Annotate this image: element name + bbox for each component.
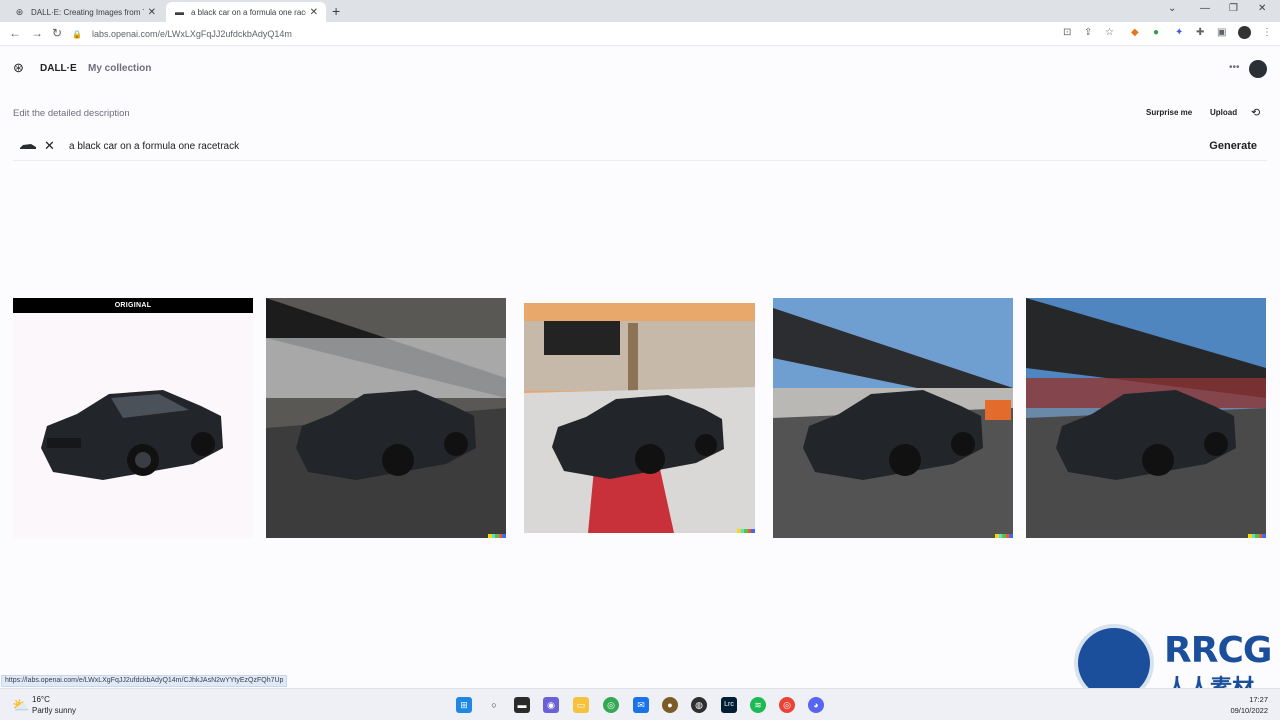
weather-temperature[interactable]: 16°C [32, 695, 50, 704]
extension-blue-icon[interactable]: ✦ [1175, 27, 1183, 38]
status-url-preview: https://labs.openai.com/e/LWxLXgFqJJ2ufd… [1, 675, 288, 687]
extension-green-icon[interactable]: ● [1153, 27, 1159, 38]
url-text: labs.openai.com/e/LWxLXgFqJJ2ufdckbAdyQ1… [92, 29, 292, 39]
more-options-icon[interactable]: ••• [1229, 62, 1240, 73]
new-tab-icon[interactable]: + [332, 3, 340, 19]
variation-3-tile[interactable] [773, 298, 1013, 538]
discord-icon[interactable]: ◕ [808, 697, 824, 713]
car-grandstand-image [1026, 298, 1266, 538]
task-view-icon[interactable]: ▬ [514, 697, 530, 713]
file-explorer-icon[interactable]: ▭ [573, 697, 589, 713]
minimize-icon[interactable]: — [1200, 3, 1210, 14]
prompt-input[interactable]: a black car on a formula one racetrack [69, 141, 239, 152]
browser-tab-strip: ⊛ DALL·E: Creating Images from Te ✕ ▬ a … [0, 0, 1280, 22]
my-collection-link[interactable]: My collection [88, 63, 151, 74]
brand-title[interactable]: DALL·E [40, 63, 77, 74]
obs-icon[interactable]: ◍ [691, 697, 707, 713]
dalle-signature [488, 534, 506, 538]
metamask-icon[interactable]: ◆ [1131, 27, 1139, 38]
chrome-active-icon[interactable]: ◎ [779, 697, 795, 713]
address-bar[interactable]: 🔒 labs.openai.com/e/LWxLXgFqJJ2ufdckbAdy… [72, 25, 1122, 43]
variation-2-tile[interactable] [524, 303, 755, 533]
car-racetrack-image [266, 298, 506, 538]
tab-title: DALL·E: Creating Images from Te [31, 7, 144, 17]
variation-4-tile[interactable] [1026, 298, 1266, 538]
tab-search-icon[interactable]: ⌄ [1168, 3, 1176, 14]
car-city-track-image [524, 303, 755, 533]
edit-description-label: Edit the detailed description [13, 108, 130, 119]
upload-button[interactable]: Upload [1210, 108, 1237, 117]
system-clock-date[interactable]: 09/10/2022 [1230, 706, 1268, 715]
tab-dalle-info[interactable]: ⊛ DALL·E: Creating Images from Te ✕ [6, 2, 164, 22]
car-favicon-icon: ▬ [175, 7, 184, 17]
car-stadium-image [773, 298, 1013, 538]
dalle-signature [737, 529, 755, 533]
install-icon[interactable]: ⊡ [1063, 27, 1071, 38]
user-avatar[interactable] [1249, 60, 1267, 78]
share-icon[interactable]: ⇪ [1084, 27, 1092, 38]
car-image [41, 390, 223, 480]
profile-avatar[interactable] [1238, 26, 1251, 39]
surprise-me-button[interactable]: Surprise me [1146, 108, 1192, 117]
source-image-thumbnail[interactable] [19, 142, 37, 151]
weather-description[interactable]: Partly sunny [32, 706, 76, 715]
forward-icon[interactable]: → [31, 26, 43, 40]
browser-toolbar: ← → ↻ 🔒 labs.openai.com/e/LWxLXgFqJJ2ufd… [0, 22, 1280, 46]
spotify-icon[interactable]: ≋ [750, 697, 766, 713]
mail-icon[interactable]: ✉ [633, 697, 649, 713]
windows-start-icon[interactable]: ⊞ [456, 697, 472, 713]
back-icon[interactable]: ← [9, 26, 21, 40]
paint-icon[interactable]: ● [662, 697, 678, 713]
restore-icon[interactable]: ❐ [1229, 3, 1238, 14]
prompt-bar: ✕ a black car on a formula one racetrack… [13, 133, 1267, 161]
system-clock-time[interactable]: 17:27 [1249, 695, 1268, 704]
tab-title: a black car on a formula one race [191, 7, 306, 17]
close-tab-icon[interactable]: ✕ [148, 7, 156, 18]
dalle-signature [995, 534, 1013, 538]
openai-logo-icon[interactable]: ⊛ [13, 61, 27, 75]
bookmark-star-icon[interactable]: ☆ [1105, 27, 1114, 38]
close-tab-icon[interactable]: ✕ [310, 7, 318, 18]
search-icon[interactable]: ○ [486, 697, 502, 713]
variation-1-tile[interactable] [266, 298, 506, 538]
lightroom-icon[interactable]: Lrc [721, 697, 737, 713]
clear-image-icon[interactable]: ✕ [44, 138, 55, 154]
chat-icon[interactable]: ◉ [543, 697, 559, 713]
openai-favicon-icon: ⊛ [15, 6, 24, 17]
tab-current[interactable]: ▬ a black car on a formula one race ✕ [166, 2, 326, 22]
close-window-icon[interactable]: ✕ [1258, 3, 1266, 14]
generate-button[interactable]: Generate [1209, 140, 1257, 152]
original-image-tile[interactable]: ORIGINAL [13, 298, 253, 538]
windows-taskbar: ⛅ 16°C Partly sunny ⊞ ○ ▬ ◉ ▭ ◎ ✉ ● ◍ Lr… [0, 688, 1280, 720]
weather-partly-sunny-icon[interactable]: ⛅ [12, 697, 29, 714]
dalle-signature [1248, 534, 1266, 538]
extensions-puzzle-icon[interactable]: ✚ [1196, 27, 1204, 38]
chrome-menu-icon[interactable]: ⋮ [1262, 27, 1272, 38]
side-panel-icon[interactable]: ▣ [1217, 27, 1226, 38]
chrome-icon[interactable]: ◎ [603, 697, 619, 713]
reload-icon[interactable]: ↻ [52, 26, 62, 40]
history-icon[interactable]: ⟲ [1251, 106, 1260, 119]
lock-icon: 🔒 [72, 29, 82, 39]
watermark-text: RRCG [1164, 630, 1272, 671]
